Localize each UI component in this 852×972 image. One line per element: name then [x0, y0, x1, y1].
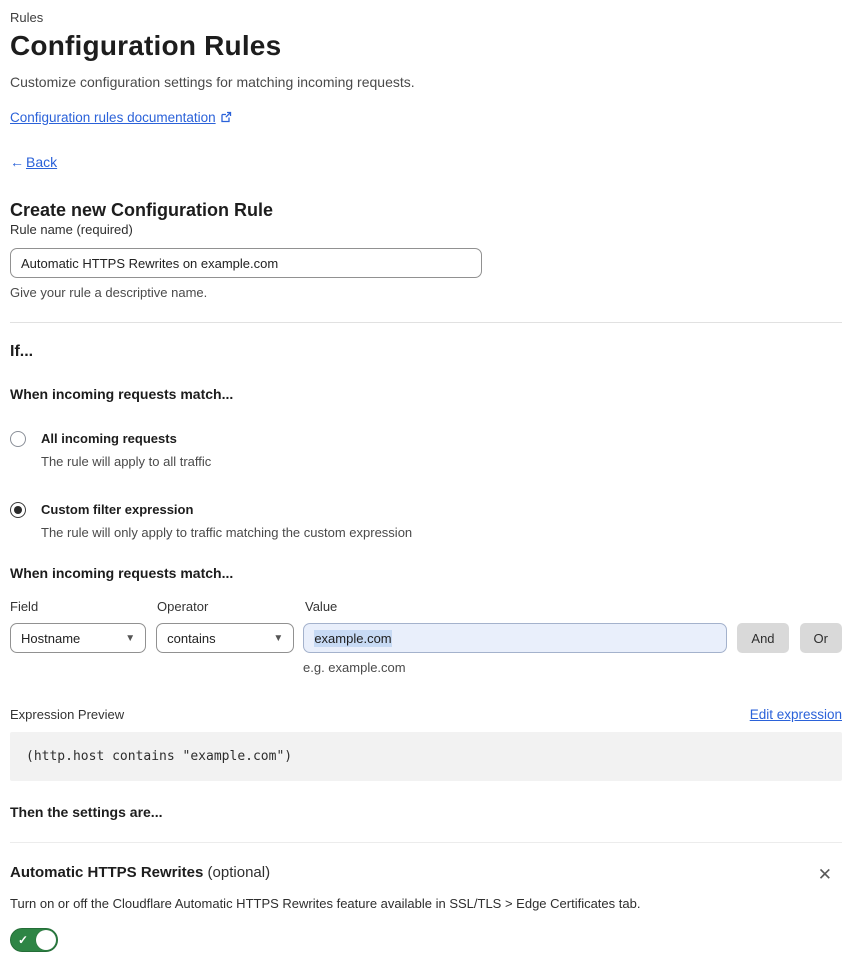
value-input-text: example.com	[314, 629, 392, 647]
rule-name-help: Give your rule a descriptive name.	[10, 285, 208, 300]
radio-option-description: The rule will apply to all traffic	[41, 454, 212, 469]
radio-option-label: Custom filter expression	[41, 502, 194, 517]
radio-checked-icon[interactable]	[10, 502, 26, 518]
edit-expression-link[interactable]: Edit expression	[750, 707, 842, 722]
radio-option-all-requests[interactable]: All incoming requests The rule will appl…	[10, 430, 842, 469]
chevron-down-icon: ▼	[125, 632, 136, 644]
page-title: Configuration Rules	[10, 30, 282, 61]
if-heading: If...	[10, 343, 34, 360]
create-rule-heading: Create new Configuration Rule	[10, 200, 274, 220]
expression-builder-row: Hostname ▼ contains ▼ example.com And Or	[10, 623, 842, 653]
value-label: Value	[305, 599, 338, 614]
breadcrumb: Rules	[10, 10, 44, 25]
then-settings-heading: Then the settings are...	[10, 804, 163, 820]
expression-preview-label: Expression Preview	[10, 707, 125, 722]
back-arrow-icon[interactable]: ←	[10, 154, 24, 170]
match-type-radio-group: All incoming requests The rule will appl…	[10, 430, 842, 540]
expression-preview-code: (http.host contains "example.com")	[10, 732, 842, 781]
page-subtitle: Customize configuration settings for mat…	[10, 74, 415, 90]
radio-option-description: The rule will only apply to traffic matc…	[41, 525, 413, 540]
or-button[interactable]: Or	[799, 623, 842, 653]
rule-name-input[interactable]	[10, 248, 482, 278]
external-link-icon	[220, 111, 232, 126]
radio-unchecked-icon[interactable]	[10, 431, 26, 447]
back-link[interactable]: Back	[26, 154, 57, 170]
setting-title: Automatic HTTPS Rewrites (optional)	[10, 864, 270, 881]
rule-name-label: Rule name (required)	[10, 222, 133, 237]
chevron-down-icon: ▼	[273, 632, 284, 644]
radio-option-label: All incoming requests	[41, 431, 177, 446]
operator-label: Operator	[157, 599, 209, 614]
operator-select-value: contains	[167, 630, 216, 646]
setting-title-optional: (optional)	[203, 864, 271, 881]
close-icon[interactable]: ✕	[816, 864, 834, 885]
field-select-value: Hostname	[21, 630, 81, 646]
check-icon: ✓	[18, 933, 29, 947]
value-input[interactable]: example.com	[303, 623, 728, 653]
setting-description: Turn on or off the Cloudflare Automatic …	[10, 896, 641, 911]
value-hint: e.g. example.com	[303, 660, 406, 675]
toggle-knob	[36, 930, 56, 950]
automatic-https-rewrites-toggle[interactable]: ✓	[10, 928, 58, 952]
setting-divider	[10, 842, 842, 843]
section-divider	[10, 322, 842, 323]
field-select[interactable]: Hostname ▼	[10, 623, 147, 653]
setting-title-name: Automatic HTTPS Rewrites	[10, 864, 204, 881]
documentation-link[interactable]: Configuration rules documentation	[10, 110, 216, 125]
field-label: Field	[10, 599, 39, 614]
match-label: When incoming requests match...	[10, 386, 234, 402]
builder-label: When incoming requests match...	[10, 565, 234, 581]
radio-option-custom-filter[interactable]: Custom filter expression The rule will o…	[10, 501, 842, 540]
builder-column-labels: Field Operator Value	[10, 599, 842, 614]
and-button[interactable]: And	[737, 623, 789, 653]
operator-select[interactable]: contains ▼	[156, 623, 295, 653]
